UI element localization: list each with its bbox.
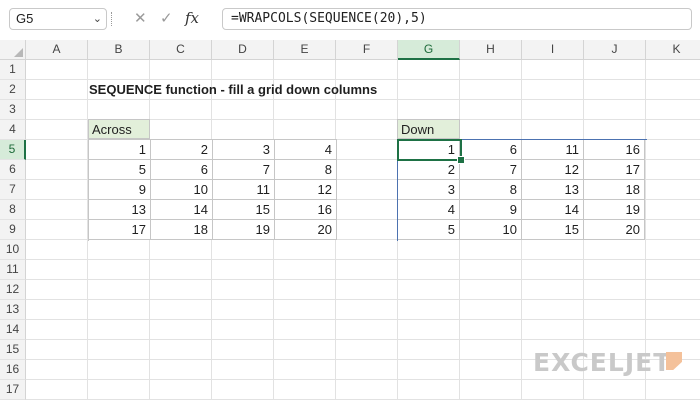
down-cell[interactable]: 15 [522,220,584,240]
row-header-5[interactable]: 5 [0,140,26,160]
down-cell[interactable]: 18 [584,180,645,200]
row-header-17[interactable]: 17 [0,380,26,400]
row-header-14[interactable]: 14 [0,320,26,340]
down-cell[interactable]: 7 [460,160,522,180]
row-header-4[interactable]: 4 [0,120,26,140]
across-cell[interactable]: 20 [275,220,337,240]
name-box[interactable]: G5 ⌄ [9,8,107,30]
more-options-icon[interactable] [111,12,115,26]
row-header-10[interactable]: 10 [0,240,26,260]
row-header-7[interactable]: 7 [0,180,26,200]
across-cell[interactable]: 1 [89,140,151,160]
row-header-15[interactable]: 15 [0,340,26,360]
column-header-f[interactable]: F [336,40,398,60]
across-cell[interactable]: 18 [151,220,213,240]
exceljet-logo: EXCELJET [533,348,672,377]
across-cell[interactable]: 10 [151,180,213,200]
down-cell[interactable]: 10 [460,220,522,240]
row-header-13[interactable]: 13 [0,300,26,320]
confirm-icon[interactable]: ✓ [160,9,173,27]
down-cell[interactable]: 11 [522,140,584,160]
formula-input[interactable]: =WRAPCOLS(SEQUENCE(20),5) [222,8,692,30]
down-cell[interactable]: 16 [584,140,645,160]
row-header-12[interactable]: 12 [0,280,26,300]
row-header-2[interactable]: 2 [0,80,26,100]
row-header-3[interactable]: 3 [0,100,26,120]
across-cell[interactable]: 19 [213,220,275,240]
down-cell[interactable]: 8 [460,180,522,200]
column-header-b[interactable]: B [88,40,150,60]
column-header-h[interactable]: H [460,40,522,60]
down-cell[interactable]: 12 [522,160,584,180]
column-header-d[interactable]: D [212,40,274,60]
column-header-j[interactable]: J [584,40,646,60]
row-header-11[interactable]: 11 [0,260,26,280]
name-box-value: G5 [16,11,34,26]
formula-icons: ✕ ✓ fx [118,6,218,32]
down-cell[interactable]: 14 [522,200,584,220]
across-cell[interactable]: 12 [275,180,337,200]
across-cell[interactable]: 5 [89,160,151,180]
across-cell[interactable]: 3 [213,140,275,160]
down-cell[interactable]: 17 [584,160,645,180]
column-header-i[interactable]: I [522,40,584,60]
row-header-16[interactable]: 16 [0,360,26,380]
select-all-corner[interactable] [0,40,26,60]
cancel-icon[interactable]: ✕ [134,9,147,27]
across-cell[interactable]: 6 [151,160,213,180]
down-cell[interactable]: 13 [522,180,584,200]
active-cell-g5[interactable] [397,139,462,161]
across-cell[interactable]: 17 [89,220,151,240]
across-cell[interactable]: 2 [151,140,213,160]
across-cell[interactable]: 16 [275,200,337,220]
down-label: Down [397,119,460,139]
across-cell[interactable]: 9 [89,180,151,200]
column-header-k[interactable]: K [646,40,700,60]
sheet-title: SEQUENCE function - fill a grid down col… [89,82,378,97]
across-table: 1 2 3 4 5 6 7 8 9 10 11 12 13 14 15 16 17 18 19 20 [88,139,337,241]
across-cell[interactable]: 4 [275,140,337,160]
fill-handle[interactable] [457,156,465,164]
column-header-g[interactable]: G [398,40,460,60]
chevron-down-icon[interactable]: ⌄ [93,9,102,29]
across-label: Across [88,119,150,139]
across-cell[interactable]: 14 [151,200,213,220]
down-cell[interactable]: 5 [398,220,460,240]
row-header-6[interactable]: 6 [0,160,26,180]
down-cell[interactable]: 20 [584,220,645,240]
formula-bar: G5 ⌄ ✕ ✓ fx =WRAPCOLS(SEQUENCE(20),5) [0,0,700,40]
down-cell[interactable]: 4 [398,200,460,220]
across-cell[interactable]: 11 [213,180,275,200]
down-cell[interactable]: 3 [398,180,460,200]
row-header-8[interactable]: 8 [0,200,26,220]
down-cell[interactable]: 2 [398,160,460,180]
worksheet-grid[interactable]: SEQUENCE function - fill a grid down col… [0,40,700,400]
row-header-9[interactable]: 9 [0,220,26,240]
across-cell[interactable]: 7 [213,160,275,180]
row-header-1[interactable]: 1 [0,60,26,80]
down-cell[interactable]: 9 [460,200,522,220]
down-cell[interactable]: 6 [460,140,522,160]
across-cell[interactable]: 15 [213,200,275,220]
down-cell[interactable]: 19 [584,200,645,220]
insert-function-icon[interactable]: fx [185,9,199,27]
across-cell[interactable]: 13 [89,200,151,220]
column-header-c[interactable]: C [150,40,212,60]
column-header-e[interactable]: E [274,40,336,60]
across-cell[interactable]: 8 [275,160,337,180]
column-header-a[interactable]: A [26,40,88,60]
